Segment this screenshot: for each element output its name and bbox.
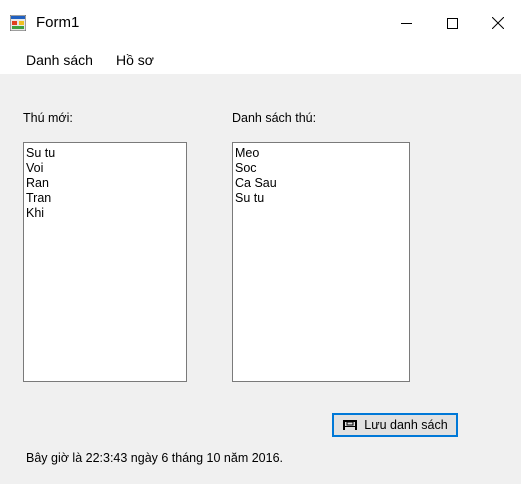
list-item[interactable]: Meo bbox=[235, 146, 407, 161]
close-icon bbox=[492, 17, 504, 29]
app-icon bbox=[10, 15, 26, 31]
list-item[interactable]: Soc bbox=[235, 161, 407, 176]
save-list-button[interactable]: Lưu danh sách bbox=[332, 413, 458, 437]
minimize-button[interactable] bbox=[383, 0, 429, 46]
form-window: Form1 Danh sách Hồ sơ Thú mới: Danh sách… bbox=[0, 0, 521, 484]
save-list-label: Lưu danh sách bbox=[364, 418, 448, 432]
animal-list-label: Danh sách thú: bbox=[232, 111, 317, 125]
minimize-icon bbox=[400, 22, 412, 24]
close-button[interactable] bbox=[475, 0, 521, 46]
list-item[interactable]: Su tu bbox=[235, 191, 407, 206]
floppy-save-icon bbox=[343, 420, 358, 430]
list-item[interactable]: Khi bbox=[26, 206, 184, 221]
list-item[interactable]: Ca Sau bbox=[235, 176, 407, 191]
maximize-button[interactable] bbox=[429, 0, 475, 46]
list-item[interactable]: Ran bbox=[26, 176, 184, 191]
animal-list-listbox[interactable]: Meo Soc Ca Sau Su tu bbox=[232, 142, 410, 382]
new-animals-label: Thú mới: bbox=[23, 111, 73, 125]
title-bar[interactable]: Form1 bbox=[0, 0, 521, 46]
menu-bar: Danh sách Hồ sơ bbox=[0, 46, 521, 75]
menu-danh-sach[interactable]: Danh sách bbox=[26, 52, 93, 68]
list-item[interactable]: Su tu bbox=[26, 146, 184, 161]
new-animals-listbox[interactable]: Su tu Voi Ran Tran Khi bbox=[23, 142, 187, 382]
list-item[interactable]: Voi bbox=[26, 161, 184, 176]
status-text: Bây giờ là 22:3:43 ngày 6 tháng 10 năm 2… bbox=[26, 451, 283, 465]
menu-ho-so[interactable]: Hồ sơ bbox=[116, 52, 154, 68]
list-item[interactable]: Tran bbox=[26, 191, 184, 206]
window-title: Form1 bbox=[36, 14, 80, 31]
maximize-icon bbox=[446, 17, 458, 29]
